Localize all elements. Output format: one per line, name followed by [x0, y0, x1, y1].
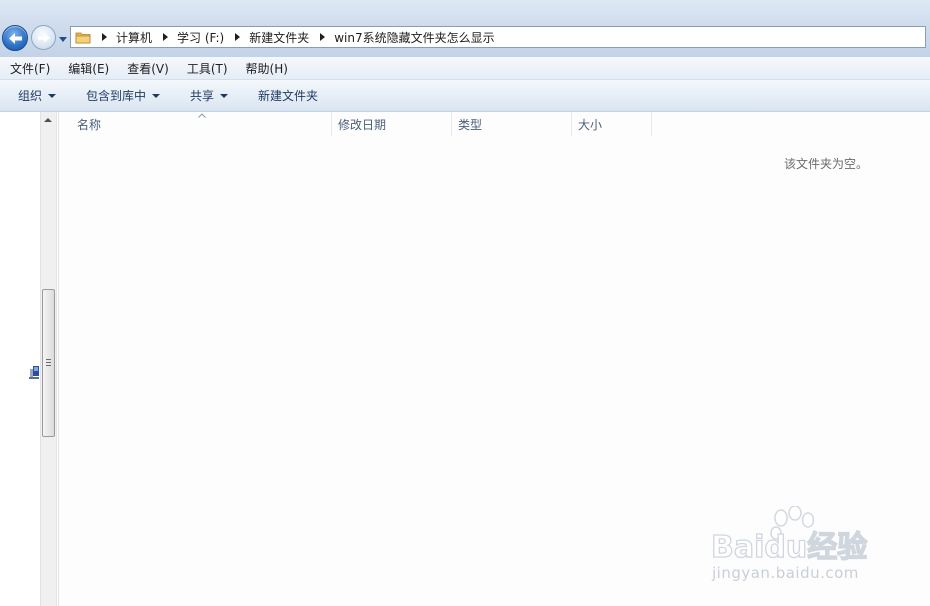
- chevron-down-icon: [220, 93, 229, 98]
- address-bar[interactable]: 计算机 学习 (F:) 新建文件夹 win7系统隐藏文件夹怎么显示: [70, 26, 926, 48]
- breadcrumb-computer[interactable]: 计算机: [116, 29, 152, 46]
- sort-up-icon: [198, 113, 206, 118]
- scroll-up-icon[interactable]: [44, 118, 52, 122]
- command-bar: 组织 包含到库中 共享 新建文件夹: [0, 80, 930, 112]
- include-library-label: 包含到库中: [86, 89, 147, 103]
- grip-icon: [46, 359, 51, 366]
- chevron-down-icon: [48, 93, 57, 98]
- share-label: 共享: [190, 89, 215, 103]
- back-arrow-icon: [9, 33, 22, 44]
- forward-arrow-icon: [38, 33, 50, 43]
- empty-folder-message: 该文件夹为空。: [783, 157, 868, 171]
- watermark-url: jingyan.baidu.com: [712, 564, 859, 582]
- menu-bar: 文件(F) 编辑(E) 查看(V) 工具(T) 帮助(H): [0, 57, 930, 80]
- network-icon[interactable]: [29, 366, 40, 380]
- breadcrumb-arrow-icon[interactable]: [235, 33, 241, 41]
- watermark-logo-text: Baidu经验: [710, 529, 868, 565]
- forward-button[interactable]: [31, 25, 56, 50]
- menu-view[interactable]: 查看(V): [117, 60, 177, 77]
- menu-help[interactable]: 帮助(H): [236, 60, 296, 77]
- breadcrumb-arrow-icon[interactable]: [102, 33, 107, 41]
- new-folder-button[interactable]: 新建文件夹: [258, 87, 318, 104]
- organize-button[interactable]: 组织: [18, 87, 57, 104]
- menu-edit[interactable]: 编辑(E): [58, 60, 117, 77]
- column-header-size[interactable]: 大小: [572, 112, 652, 136]
- include-library-button[interactable]: 包含到库中: [86, 87, 161, 104]
- share-button[interactable]: 共享: [190, 87, 229, 104]
- column-type-label: 类型: [458, 117, 483, 132]
- scrollbar-thumb[interactable]: [42, 289, 55, 437]
- column-header-name[interactable]: 名称: [59, 112, 332, 136]
- breadcrumb-arrow-icon[interactable]: [320, 33, 326, 41]
- column-name-label: 名称: [77, 117, 102, 132]
- navigation-pane[interactable]: [0, 112, 40, 606]
- column-header-modified[interactable]: 修改日期: [332, 112, 452, 136]
- menu-tools[interactable]: 工具(T): [177, 60, 236, 77]
- new-folder-label: 新建文件夹: [258, 89, 319, 103]
- breadcrumb-new-folder[interactable]: 新建文件夹: [249, 29, 309, 46]
- breadcrumb-current-folder[interactable]: win7系统隐藏文件夹怎么显示: [334, 29, 494, 46]
- navigation-scrollbar[interactable]: [40, 112, 57, 606]
- back-button[interactable]: [2, 25, 28, 51]
- menu-file[interactable]: 文件(F): [0, 60, 58, 77]
- dropdown-icon: [59, 37, 67, 42]
- breadcrumb-arrow-icon[interactable]: [163, 33, 169, 41]
- recent-pages-button[interactable]: [58, 33, 68, 43]
- column-header-type[interactable]: 类型: [452, 112, 572, 136]
- folder-icon: [75, 30, 91, 44]
- organize-label: 组织: [18, 89, 43, 103]
- column-size-label: 大小: [578, 117, 603, 132]
- address-toolbar: 计算机 学习 (F:) 新建文件夹 win7系统隐藏文件夹怎么显示: [0, 0, 930, 57]
- baidu-jingyan-watermark: Baidu经验 jingyan.baidu.com: [708, 506, 898, 586]
- breadcrumb-drive[interactable]: 学习 (F:): [177, 29, 224, 46]
- chevron-down-icon: [152, 93, 161, 98]
- column-modified-label: 修改日期: [338, 117, 387, 132]
